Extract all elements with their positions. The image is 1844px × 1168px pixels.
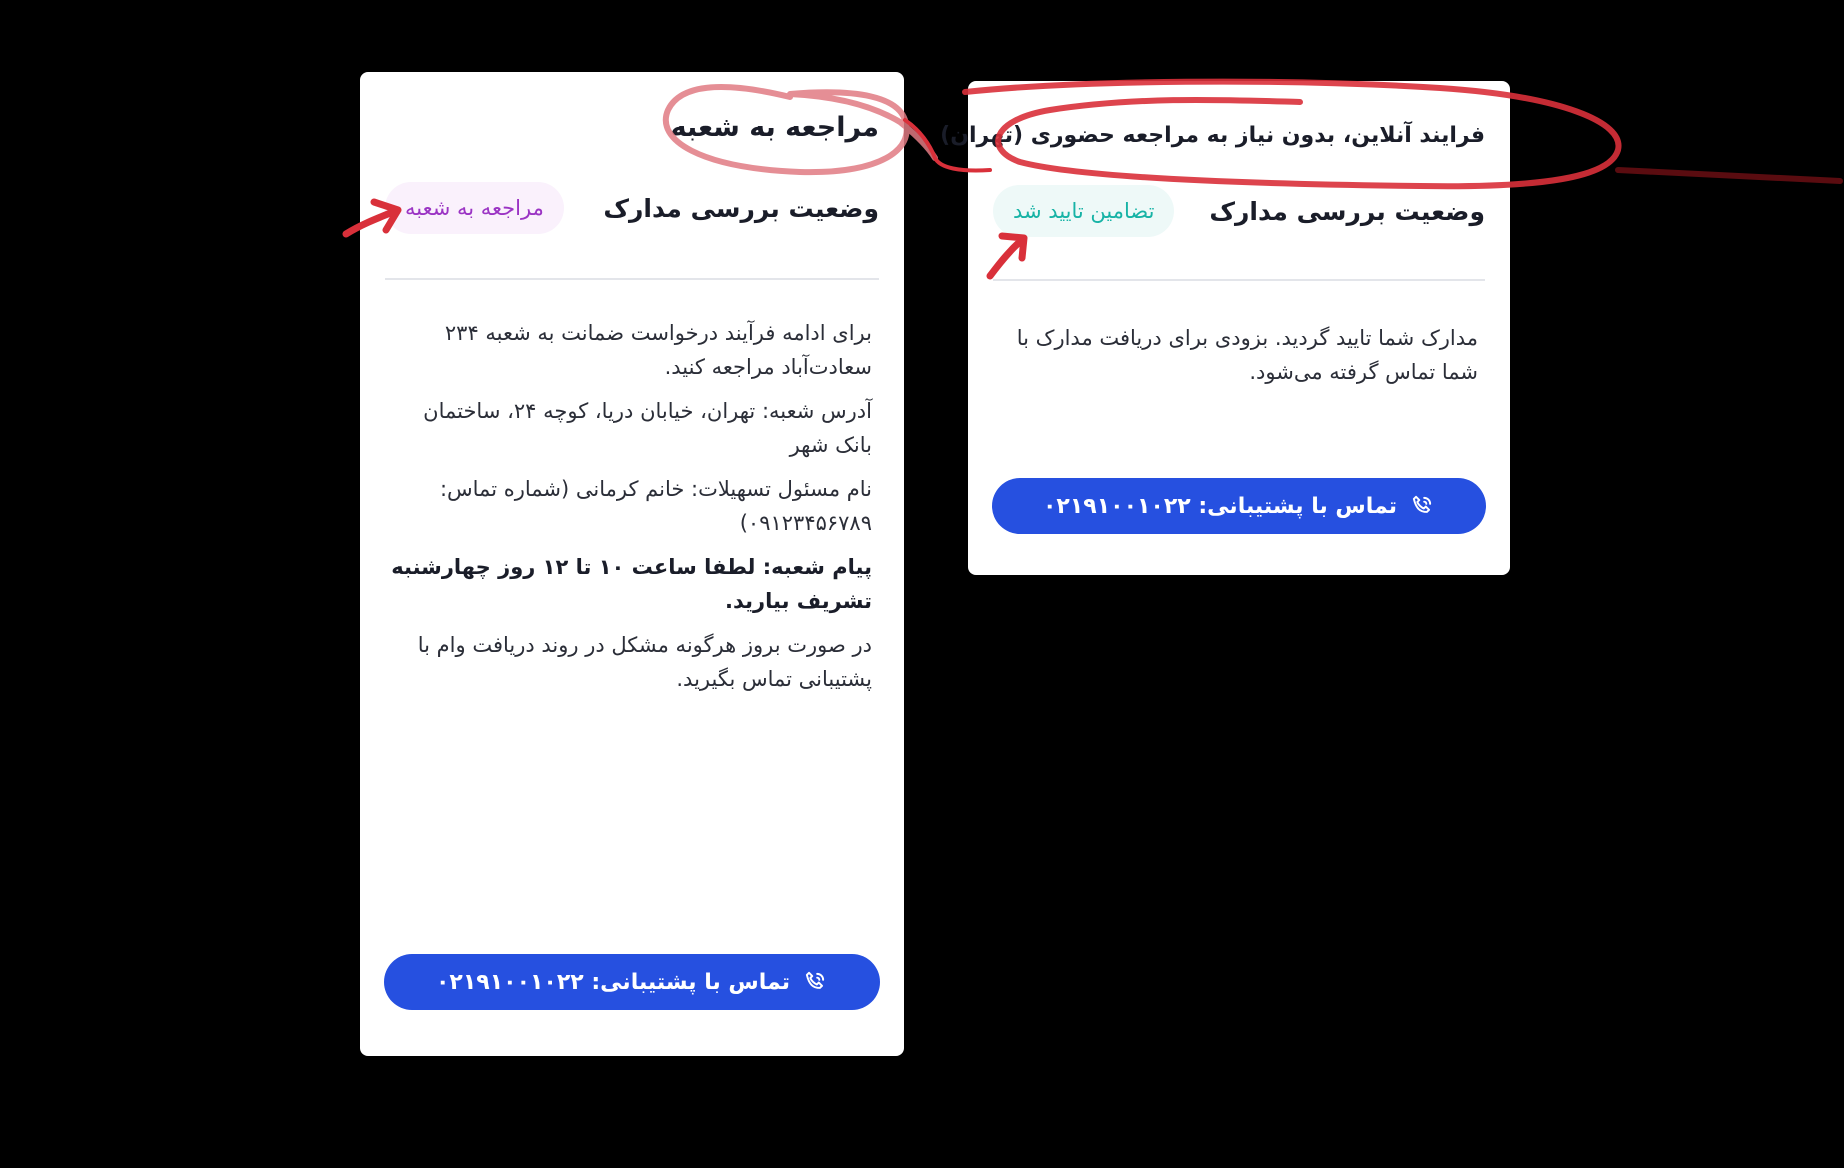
status-label: وضعیت بررسی مدارک <box>1209 196 1485 226</box>
divider <box>385 278 879 280</box>
status-row: وضعیت بررسی مدارک تضامین تایید شد <box>993 185 1485 237</box>
support-call-button[interactable]: تماس با پشتیبانی: ۰۲۱۹۱۰۰۱۰۲۲ <box>384 954 880 1010</box>
branch-instruction-text: برای ادامه فرآیند درخواست ضمانت به شعبه … <box>444 321 872 379</box>
online-process-card: فرایند آنلاین، بدون نیاز به مراجعه حضوری… <box>940 81 1510 575</box>
card-title: فرایند آنلاین، بدون نیاز به مراجعه حضوری… <box>940 123 1485 148</box>
status-label: وضعیت بررسی مدارک <box>603 193 879 223</box>
screenshot-stage: مراجعه به شعبه وضعیت بررسی مدارک مراجعه … <box>0 0 1844 1168</box>
status-row: وضعیت بررسی مدارک مراجعه به شعبه <box>385 182 879 234</box>
phone-icon <box>805 971 825 989</box>
branch-message-text: پیام شعبه: لطفا ساعت ۱۰ تا ۱۲ روز چهارشن… <box>391 555 872 613</box>
branch-visit-card: مراجعه به شعبه وضعیت بررسی مدارک مراجعه … <box>360 72 904 1056</box>
status-badge: تضامین تایید شد <box>993 185 1175 237</box>
branch-address-text: آدرس شعبه: تهران، خیابان دریا، کوچه ۲۴، … <box>423 399 872 457</box>
phone-icon <box>1412 495 1432 513</box>
facility-officer-text: نام مسئول تسهیلات: خانم کرمانی (شماره تم… <box>439 477 872 535</box>
status-badge: مراجعه به شعبه <box>385 182 564 234</box>
divider <box>993 279 1485 281</box>
support-call-label: تماس با پشتیبانی: ۰۲۱۹۱۰۰۱۰۲۲ <box>436 969 791 995</box>
card-body: مدارک شما تایید گردید. بزودی برای دریافت… <box>998 321 1478 399</box>
annotation-overlay <box>342 78 1843 280</box>
documents-approved-text: مدارک شما تایید گردید. بزودی برای دریافت… <box>1016 326 1478 384</box>
card-title: مراجعه به شعبه <box>670 112 879 143</box>
support-hint-text: در صورت بروز هرگونه مشکل در روند دریافت … <box>417 633 872 691</box>
card-body: برای ادامه فرآیند درخواست ضمانت به شعبه … <box>390 316 872 706</box>
support-call-button[interactable]: تماس با پشتیبانی: ۰۲۱۹۱۰۰۱۰۲۲ <box>992 478 1486 534</box>
support-call-label: تماس با پشتیبانی: ۰۲۱۹۱۰۰۱۰۲۲ <box>1043 493 1398 519</box>
annotation-streak-icon <box>1615 167 1843 184</box>
